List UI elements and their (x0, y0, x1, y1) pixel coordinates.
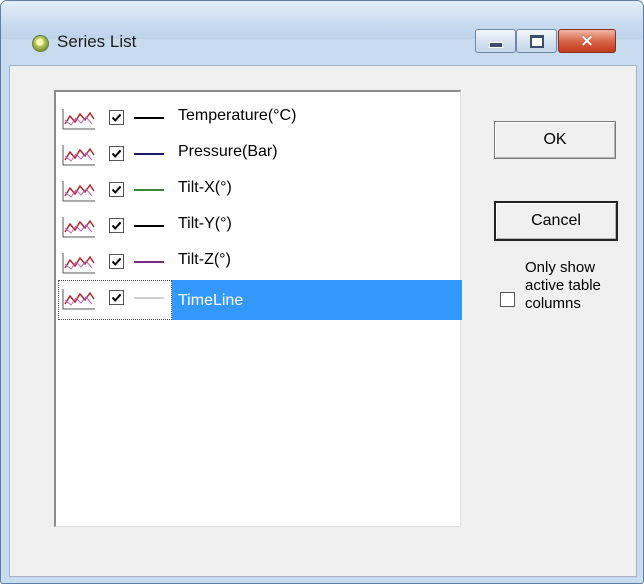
only-active-columns-checkbox[interactable] (500, 292, 515, 307)
series-visible-checkbox[interactable] (109, 110, 124, 125)
cancel-button[interactable]: Cancel (494, 201, 618, 241)
series-visible-checkbox[interactable] (109, 146, 124, 161)
checkmark-icon (111, 293, 122, 302)
dialog-client-area: Temperature(°C) Pressure(Bar) Tilt-X(°) Til… (9, 65, 637, 577)
series-label: Temperature(°C) (178, 107, 297, 124)
line-graph-icon (62, 109, 95, 130)
series-visible-checkbox[interactable] (109, 290, 124, 305)
series-color-sample (134, 225, 164, 227)
series-label: Tilt-X(°) (178, 179, 232, 196)
series-list-window: Series List × Temperature(°C) Pressure(Ba… (0, 0, 644, 584)
series-visible-checkbox[interactable] (109, 218, 124, 233)
close-icon: × (579, 31, 595, 51)
maximize-icon (529, 34, 544, 48)
series-row[interactable]: Pressure(Bar) (56, 136, 460, 170)
minimize-button[interactable] (475, 29, 516, 53)
window-title: Series List (57, 32, 137, 51)
line-graph-icon (62, 253, 95, 274)
series-listbox[interactable]: Temperature(°C) Pressure(Bar) Tilt-X(°) Til… (54, 90, 462, 527)
series-color-sample (134, 261, 164, 263)
series-row[interactable]: Tilt-Y(°) (56, 208, 460, 242)
series-color-sample (134, 117, 164, 119)
maximize-button[interactable] (516, 29, 557, 53)
series-label: Pressure(Bar) (178, 143, 278, 160)
series-color-sample (134, 189, 164, 191)
app-icon[interactable] (32, 35, 49, 52)
series-label: Tilt-Z(°) (178, 251, 231, 268)
series-visible-checkbox[interactable] (109, 182, 124, 197)
only-active-columns-label: Only show active table columns (525, 259, 601, 312)
checkmark-icon (111, 257, 122, 266)
line-graph-icon (62, 289, 95, 310)
line-graph-icon (62, 145, 95, 166)
series-color-sample (134, 297, 164, 299)
series-visible-checkbox[interactable] (109, 254, 124, 269)
series-row[interactable]: TimeLine (56, 280, 462, 320)
series-label: TimeLine (178, 292, 244, 309)
checkmark-icon (111, 113, 122, 122)
minimize-icon (488, 42, 503, 48)
series-label: Tilt-Y(°) (178, 215, 232, 232)
series-row[interactable]: Tilt-X(°) (56, 172, 460, 206)
checkmark-icon (111, 149, 122, 158)
ok-button[interactable]: OK (494, 121, 616, 159)
close-button[interactable]: × (558, 29, 616, 53)
checkmark-icon (111, 185, 122, 194)
checkmark-icon (111, 221, 122, 230)
line-graph-icon (62, 181, 95, 202)
series-color-sample (134, 153, 164, 155)
line-graph-icon (62, 217, 95, 238)
series-row[interactable]: Temperature(°C) (56, 100, 460, 134)
series-row[interactable]: Tilt-Z(°) (56, 244, 460, 278)
